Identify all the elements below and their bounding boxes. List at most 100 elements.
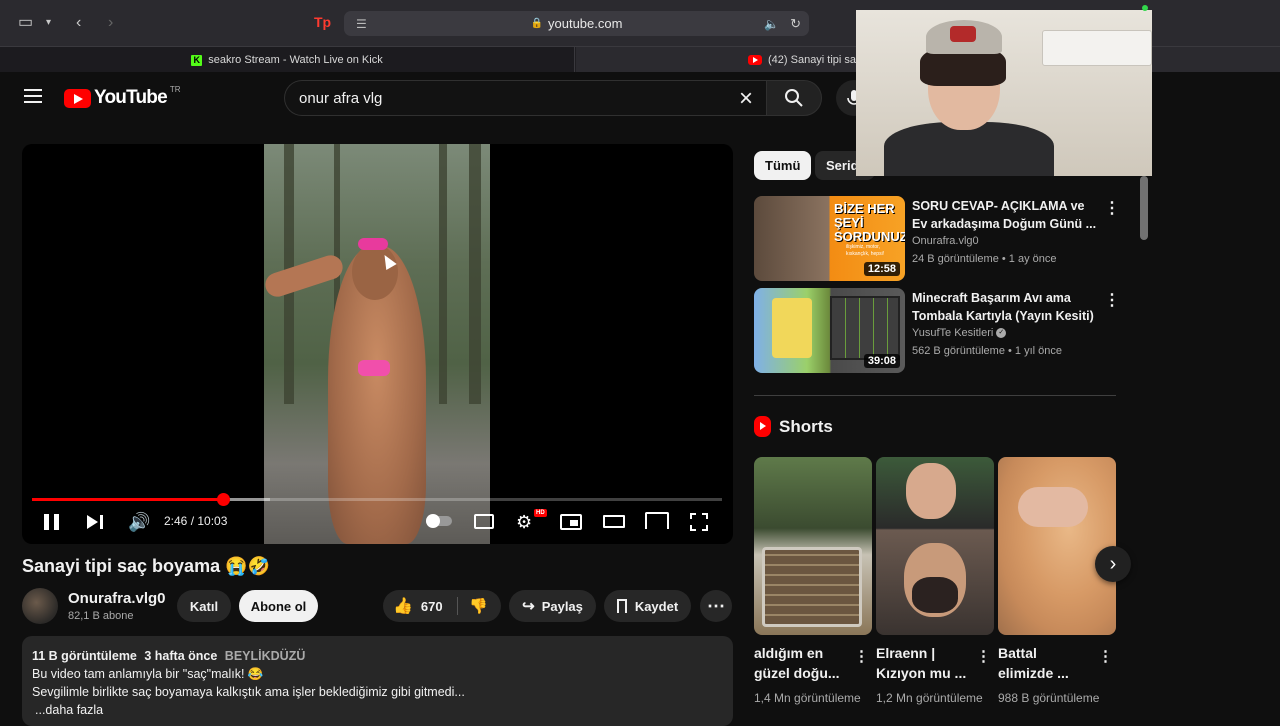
search-icon xyxy=(785,89,803,107)
short-item[interactable]: Elraenn | Kızıyon mu ... 1,2 Mn görüntül… xyxy=(876,457,994,707)
settings-icon[interactable]: ⚙ xyxy=(516,512,532,532)
kebab-menu-icon[interactable]: ⋮ xyxy=(1104,290,1120,310)
short-thumbnail[interactable] xyxy=(754,457,872,635)
pink-bow xyxy=(358,238,388,250)
share-button[interactable]: ↪ Paylaş xyxy=(509,590,596,622)
youtube-favicon-icon xyxy=(748,55,762,65)
shorts-header: Shorts xyxy=(754,416,833,437)
recommendation-title[interactable]: SORU CEVAP- AÇIKLAMA ve Ev arkadaşıma Do… xyxy=(912,197,1097,233)
channel-row: Onurafra.vlg0 82,1 B abone Katıl Abone o… xyxy=(22,588,733,624)
recommendation-meta: 24 B görüntüleme • 1 ay önce xyxy=(912,253,1057,265)
recommendation-title[interactable]: Minecraft Başarım Avı ama Tombala Kartıy… xyxy=(912,289,1097,325)
tab-kick[interactable]: K seakro Stream - Watch Live on Kick xyxy=(0,47,575,73)
short-views: 988 B görüntüleme xyxy=(998,691,1100,705)
short-thumbnail[interactable] xyxy=(876,457,994,635)
share-label: Paylaş xyxy=(541,598,583,614)
recommendation-channel: YusufTe Kesitleri xyxy=(912,327,994,339)
hands xyxy=(1018,487,1088,527)
menu-icon[interactable] xyxy=(24,89,42,103)
kebab-menu-icon[interactable]: ⋮ xyxy=(976,647,991,665)
video-frame[interactable] xyxy=(262,144,490,544)
short-thumbnail[interactable] xyxy=(998,457,1116,635)
sidebar-toggle-icon[interactable]: ▭ xyxy=(18,13,33,33)
thumbnail-text: BİZE HER ŞEYİ SORDUNUZ! xyxy=(834,201,905,244)
kick-logo-icon: K xyxy=(191,54,203,66)
recommendation-channel-row[interactable]: YusufTe Kesitleri ✓ xyxy=(912,327,1007,339)
divider xyxy=(457,597,458,615)
shorts-icon xyxy=(754,416,771,437)
next-icon[interactable] xyxy=(87,514,105,530)
avatar[interactable] xyxy=(22,588,58,624)
streamer-face xyxy=(906,463,956,519)
speaker-icon[interactable]: 🔈 xyxy=(764,17,779,31)
kebab-menu-icon[interactable]: ⋮ xyxy=(1098,647,1113,665)
video-title: Sanayi tipi saç boyama 😭🤣 xyxy=(22,556,270,576)
inventory-grid xyxy=(830,296,900,360)
miniplayer-icon[interactable] xyxy=(560,514,582,530)
kebab-menu-icon[interactable]: ⋮ xyxy=(854,647,869,665)
video-tree xyxy=(469,144,481,404)
location-tag[interactable]: BEYLİKDÜZÜ xyxy=(225,649,306,663)
scrollbar[interactable] xyxy=(1140,176,1148,240)
dislike-icon[interactable]: 👎 xyxy=(469,597,488,615)
bookmark-icon xyxy=(616,599,627,613)
country-code: TR xyxy=(169,84,181,94)
theater-mode-icon[interactable] xyxy=(603,515,625,528)
verified-icon: ✓ xyxy=(996,328,1007,339)
description-box[interactable]: 11 B görüntüleme 3 hafta önce BEYLİKDÜZÜ… xyxy=(22,636,733,726)
url-text: youtube.com xyxy=(548,16,623,31)
short-title[interactable]: Battal elimizde ... xyxy=(998,643,1093,683)
tab-label: seakro Stream - Watch Live on Kick xyxy=(208,54,383,66)
like-dislike-group: 👍 670 👎 xyxy=(383,590,501,622)
join-button[interactable]: Katıl xyxy=(177,590,231,622)
subtitles-icon[interactable] xyxy=(474,514,494,529)
extension-icon[interactable]: Tp xyxy=(314,14,331,30)
clear-icon[interactable]: × xyxy=(732,85,760,113)
webcam-overlay xyxy=(856,10,1152,176)
recommendation-channel[interactable]: Onurafra.vlg0 xyxy=(912,235,979,247)
youtube-play-icon xyxy=(64,88,91,108)
logo-text: YouTube xyxy=(94,87,168,108)
reload-icon[interactable]: ↻ xyxy=(790,16,801,32)
short-item[interactable]: aldığım en güzel doğu... 1,4 Mn görüntül… xyxy=(754,457,872,707)
fullscreen-icon[interactable] xyxy=(690,513,708,531)
volume-icon[interactable]: 🔊 xyxy=(128,512,150,533)
search-button[interactable] xyxy=(766,80,822,116)
like-count[interactable]: 670 xyxy=(421,599,443,614)
address-bar[interactable]: 🔒 youtube.com ☰ 🔈 ↻ xyxy=(344,11,809,36)
reader-icon[interactable]: ☰ xyxy=(356,17,367,31)
kebab-menu-icon[interactable]: ⋮ xyxy=(1104,198,1120,218)
video-thumbnail[interactable]: BİZE HER ŞEYİ SORDUNUZ! ilişkimiz, motor… xyxy=(754,196,905,281)
pause-icon[interactable] xyxy=(44,514,60,530)
channel-name[interactable]: Onurafra.vlg0 xyxy=(68,590,166,607)
video-player[interactable]: 🔊 2:46 / 10:03 ⚙ HD xyxy=(22,144,733,544)
short-item[interactable]: Battal elimizde ... 988 B görüntüleme ⋮ xyxy=(998,457,1116,707)
chevron-down-icon[interactable]: ▾ xyxy=(46,13,51,33)
subscriber-count: 82,1 B abone xyxy=(68,610,134,622)
recommendation-item[interactable]: 39:08 Minecraft Başarım Avı ama Tombala … xyxy=(754,288,1120,374)
autoplay-toggle[interactable] xyxy=(426,514,452,528)
youtube-logo[interactable]: YouTube TR xyxy=(64,84,181,109)
recommendation-item[interactable]: BİZE HER ŞEYİ SORDUNUZ! ilişkimiz, motor… xyxy=(754,196,1120,282)
back-icon[interactable]: ‹ xyxy=(76,13,81,33)
short-title[interactable]: aldığım en güzel doğu... xyxy=(754,643,849,683)
subscribe-button[interactable]: Abone ol xyxy=(239,590,318,622)
airplay-icon[interactable] xyxy=(645,512,669,529)
forward-icon[interactable]: › xyxy=(108,13,113,33)
like-icon[interactable]: 👍 xyxy=(393,596,413,616)
scrubber-handle[interactable] xyxy=(217,493,231,506)
time-display: 2:46 / 10:03 xyxy=(164,514,228,528)
search-input[interactable]: onur afra vlg × xyxy=(284,80,766,116)
save-button[interactable]: Kaydet xyxy=(604,590,691,622)
show-more-link[interactable]: ...daha fazla xyxy=(35,701,723,719)
costume-head xyxy=(352,244,398,300)
chip-all[interactable]: Tümü xyxy=(754,151,812,180)
more-actions-icon[interactable]: ⋯ xyxy=(700,590,732,622)
chevron-right-icon[interactable]: › xyxy=(1095,546,1131,582)
tab-label: (42) Sanayi tipi saç xyxy=(768,54,862,66)
video-thumbnail[interactable]: 39:08 xyxy=(754,288,905,373)
progress-bar[interactable] xyxy=(32,493,722,506)
short-title[interactable]: Elraenn | Kızıyon mu ... xyxy=(876,643,971,683)
air-conditioner xyxy=(1042,30,1152,66)
view-count: 11 B görüntüleme xyxy=(32,649,137,663)
